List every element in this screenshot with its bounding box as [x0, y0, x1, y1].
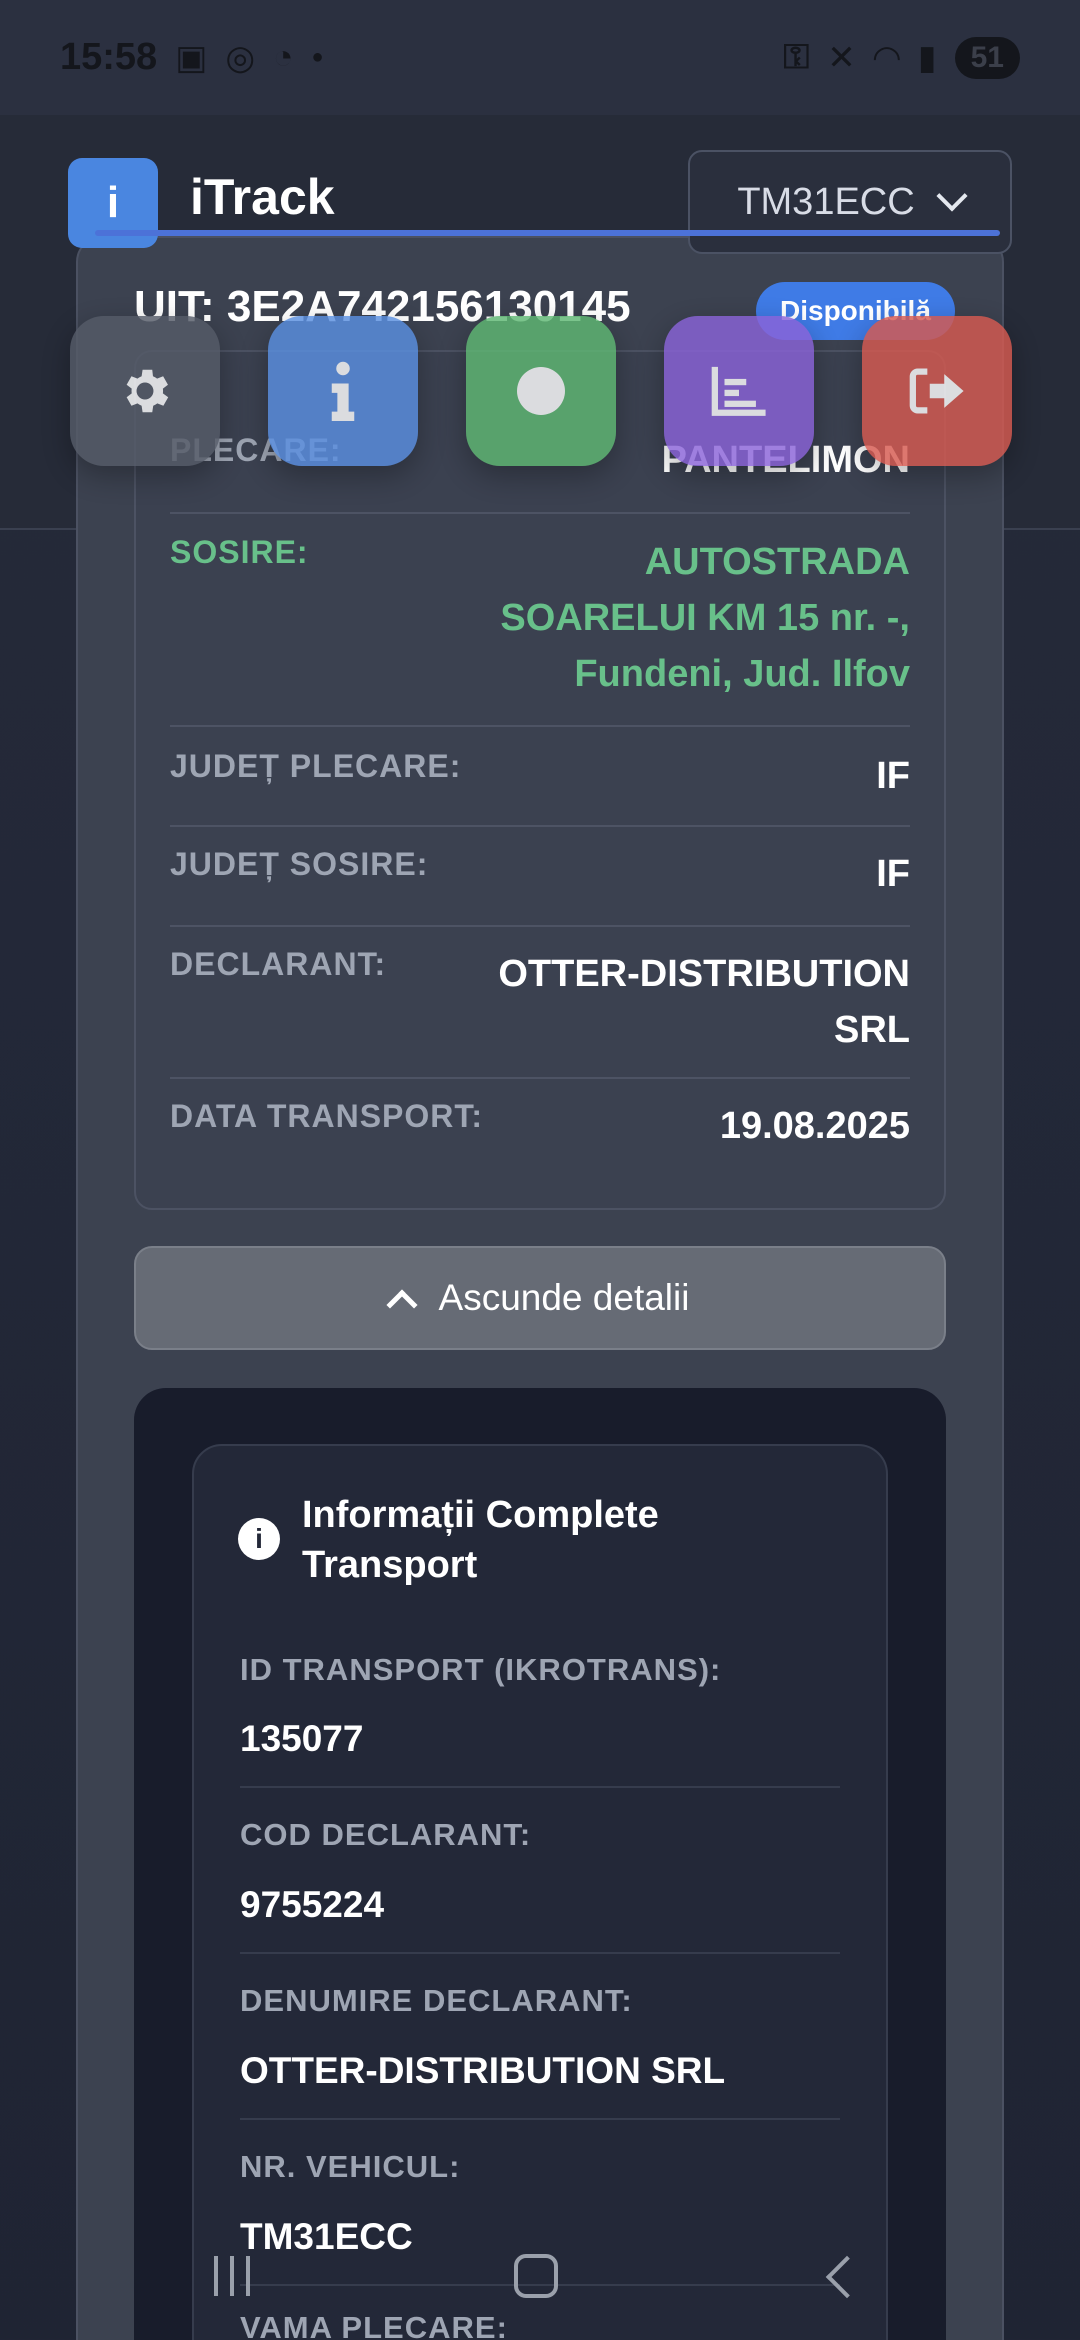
chevron-down-icon [936, 180, 968, 212]
system-nav-bar [0, 2230, 1080, 2340]
info-field-label: ID TRANSPORT (IKROTRANS): [240, 1652, 722, 1687]
info-button[interactable] [268, 316, 418, 466]
record-dot-icon [517, 367, 565, 415]
detail-label: DATA TRANSPORT: [170, 1098, 484, 1134]
vehicle-select-value: TM31ECC [737, 180, 915, 223]
divider [240, 2118, 840, 2120]
whatsapp-icon: ◎ [225, 38, 255, 77]
vodafone-icon: ◔ [273, 38, 294, 76]
detail-row-judet-plecare: JUDEȚ PLECARE: IF [170, 748, 910, 804]
detail-value: IF [876, 853, 910, 895]
declarant-line: OTTER-DISTRIBUTION [498, 953, 910, 995]
wifi-icon: ◠ [873, 38, 900, 77]
detail-row-data-transport: DATA TRANSPORT: 19.08.2025 [170, 1098, 910, 1154]
logout-icon [909, 368, 964, 414]
divider [170, 725, 910, 727]
chart-icon [711, 366, 766, 416]
divider [170, 512, 910, 514]
mute-icon: ✕ [827, 38, 856, 77]
detail-value: OTTER-DISTRIBUTION SRL [498, 946, 910, 1058]
declarant-line: SRL [834, 1009, 910, 1051]
divider [170, 1077, 910, 1079]
status-left: 15:58 ▣ ◎ ◔ ● [60, 36, 324, 79]
vehicle-select[interactable]: TM31ECC [688, 150, 1012, 254]
gear-icon [126, 369, 169, 413]
detail-value: AUTOSTRADA SOARELUI KM 15 nr. -, Fundeni… [500, 534, 910, 702]
detail-value: IF [876, 755, 910, 797]
sosire-line: SOARELUI KM 15 nr. -, [500, 597, 910, 639]
info-icon [331, 361, 355, 421]
divider [170, 825, 910, 827]
detail-value: 19.08.2025 [719, 1105, 910, 1147]
info-field-label: DENUMIRE DECLARANT: [240, 1983, 633, 2018]
sosire-line: Fundeni, Jud. Ilfov [574, 653, 910, 695]
info-field-label: COD DECLARANT: [240, 1817, 532, 1852]
info-field-label: NR. VEHICUL: [240, 2149, 461, 2184]
detail-label: SOSIRE: [170, 534, 309, 570]
vpn-key-icon: ⚿ [783, 38, 810, 76]
detail-label: JUDEȚ SOSIRE: [170, 846, 429, 882]
chevron-up-icon [385, 1289, 418, 1321]
hide-details-button[interactable]: Ascunde detalii [134, 1246, 946, 1350]
battery-indicator: 51 [954, 36, 1020, 79]
app-title: iTrack [190, 169, 335, 225]
info-field-value: OTTER-DISTRIBUTION SRL [240, 2050, 726, 2091]
detail-row-judet-sosire: JUDEȚ SOSIRE: IF [170, 846, 910, 902]
info-field-value: 9755224 [240, 1884, 385, 1925]
sosire-line: AUTOSTRADA [644, 541, 910, 583]
home-icon[interactable] [514, 2254, 558, 2298]
info-field-value: 135077 [240, 1718, 364, 1759]
status-right: ⚿ ✕ ◠ ▮ 51 [783, 36, 1020, 79]
status-bar: 15:58 ▣ ◎ ◔ ● ⚿ ✕ ◠ ▮ 51 [0, 0, 1080, 115]
divider [170, 925, 910, 927]
record-button[interactable] [466, 316, 616, 466]
settings-button[interactable] [70, 316, 220, 466]
logout-button[interactable] [862, 316, 1012, 466]
statistics-button[interactable] [664, 316, 814, 466]
back-icon[interactable] [825, 2255, 869, 2299]
detail-row-declarant: DECLARANT: OTTER-DISTRIBUTION SRL [170, 946, 910, 1058]
screenshot-icon: ▣ [175, 38, 208, 77]
detail-label: DECLARANT: [170, 946, 387, 982]
status-time: 15:58 [60, 36, 158, 78]
recents-icon[interactable] [214, 2256, 250, 2296]
divider [240, 1952, 840, 1954]
hide-details-label: Ascunde detalii [438, 1277, 690, 1318]
divider [240, 1786, 840, 1788]
header-accent-line [95, 230, 1000, 236]
detail-row-sosire: SOSIRE: AUTOSTRADA SOARELUI KM 15 nr. -,… [170, 534, 910, 702]
more-notifications-dot-icon: ● [311, 46, 324, 68]
info-circle-icon: i [238, 1518, 280, 1560]
info-title: Informații Complete Transport [302, 1494, 659, 1586]
detail-label: JUDEȚ PLECARE: [170, 748, 462, 784]
signal-icon: ▮ [917, 38, 937, 77]
